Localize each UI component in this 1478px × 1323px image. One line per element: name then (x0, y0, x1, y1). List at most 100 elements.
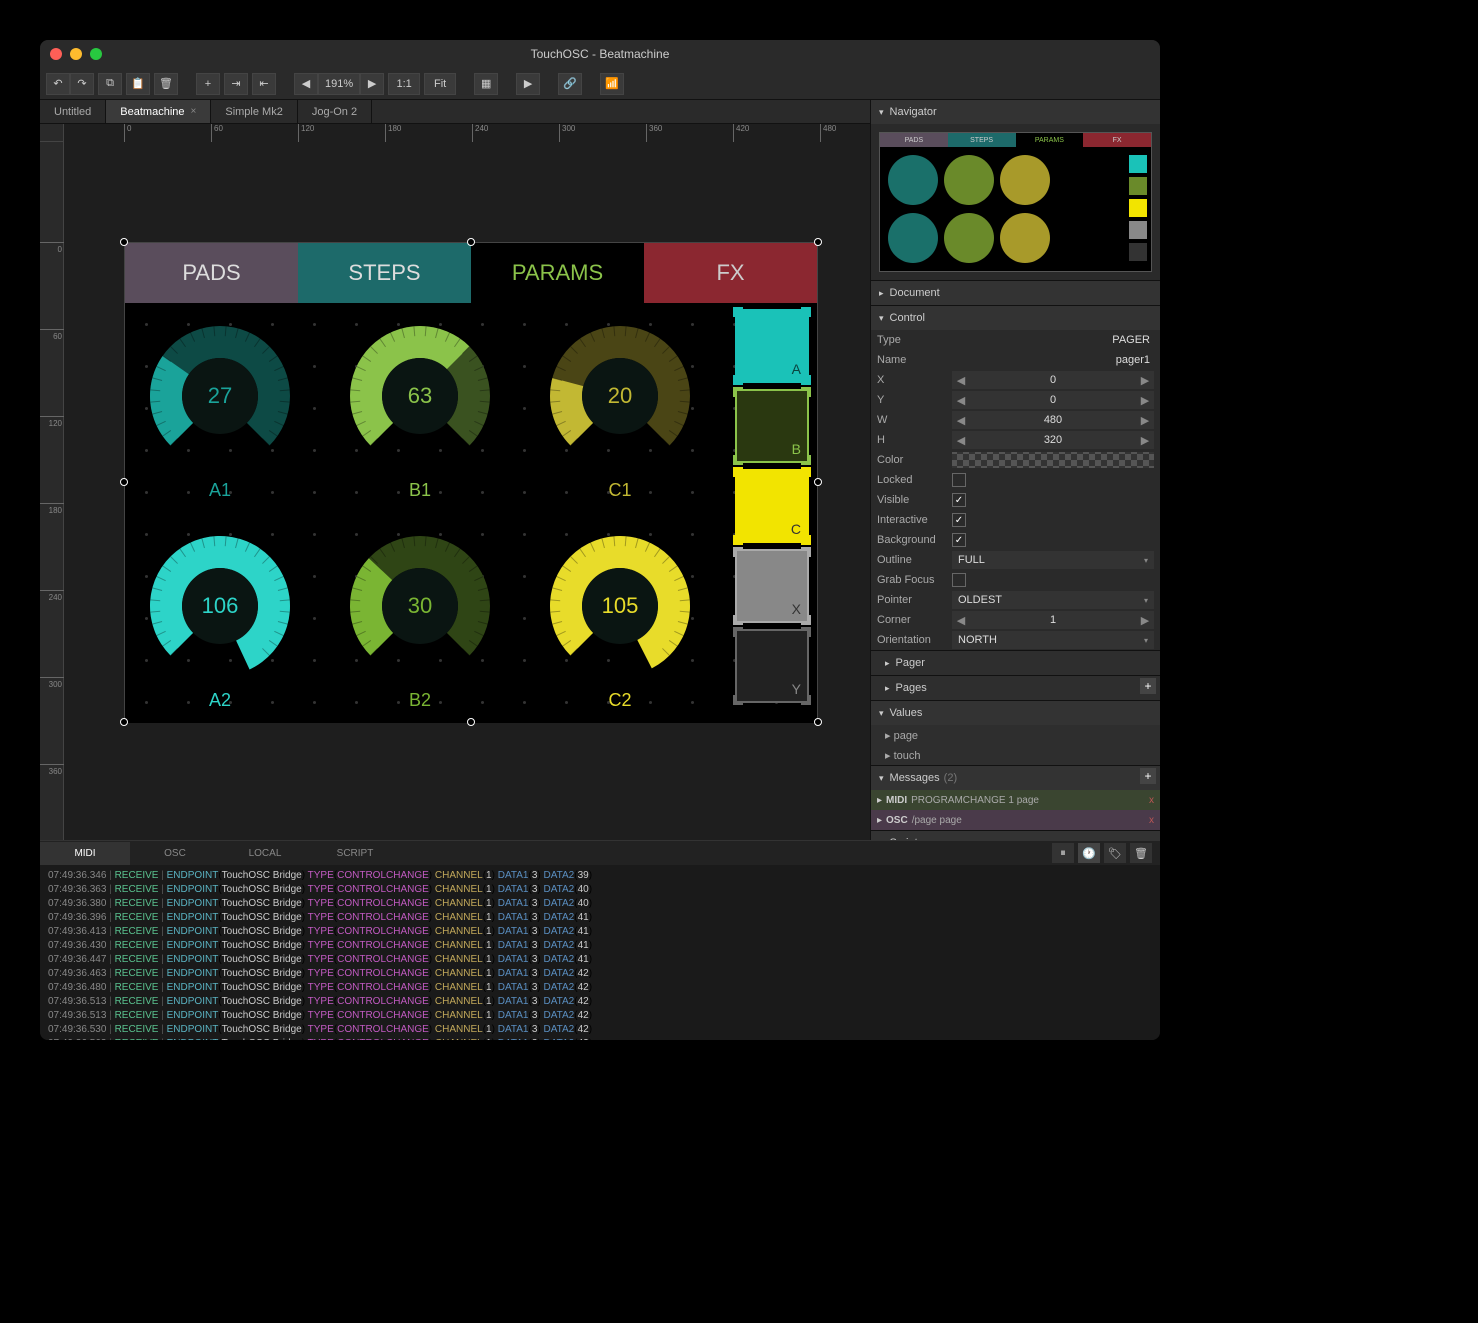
zoom-in-button[interactable]: ▶ (360, 73, 384, 95)
zoom-value[interactable]: 191% (318, 73, 360, 95)
zoom-fit-button[interactable]: Fit (424, 73, 456, 95)
document-tab[interactable]: Beatmachine× (106, 100, 211, 123)
grid-button[interactable]: ▦ (474, 73, 498, 95)
pager-header[interactable]: Pager (871, 651, 1160, 675)
log-tab-midi[interactable]: MIDI (40, 842, 130, 865)
side-button-x[interactable]: X (735, 549, 809, 623)
side-button-a[interactable]: A (735, 309, 809, 383)
message-osc-delete[interactable]: x (1149, 815, 1154, 826)
log-line: 07:49:36.430 | RECEIVE | ENDPOINT(TouchO… (48, 939, 1152, 953)
document-tab[interactable]: Jog-On 2 (298, 100, 372, 123)
side-button-b[interactable]: B (735, 389, 809, 463)
document-header[interactable]: Document (871, 281, 1160, 305)
log-clear-button[interactable]: 🗑 (1130, 843, 1152, 863)
wifi-button[interactable]: 📶 (600, 73, 624, 95)
zoom-out-button[interactable]: ◀ (294, 73, 318, 95)
paste-button[interactable]: 📋 (126, 73, 150, 95)
outline-select[interactable]: FULL (952, 551, 1154, 569)
nav-mini-pads: PADS (880, 133, 948, 147)
log-content[interactable]: 07:49:36.346 | RECEIVE | ENDPOINT(TouchO… (40, 865, 1160, 1040)
orientation-select[interactable]: NORTH (952, 631, 1154, 649)
side-button-y[interactable]: Y (735, 629, 809, 703)
zoom-1to1-button[interactable]: 1:1 (388, 73, 420, 95)
message-midi-delete[interactable]: x (1149, 795, 1154, 806)
y-field[interactable]: ◀0▶ (952, 391, 1154, 409)
add-button[interactable]: + (196, 73, 220, 95)
toolbar: ↶ ↷ ⧉ 📋 🗑 + ⇥ ⇤ ◀ 191% ▶ 1:1 Fit ▦ ▶ 🔗 📶 (40, 68, 1160, 100)
link-button[interactable]: 🔗 (558, 73, 582, 95)
visible-checkbox[interactable]: ✓ (952, 493, 966, 507)
messages-add-button[interactable]: + (1140, 768, 1156, 784)
side-buttons: A B C X Y (735, 309, 809, 703)
grabfocus-label: Grab Focus (877, 574, 952, 586)
log-tag-button[interactable]: 🏷 (1104, 843, 1126, 863)
values-header[interactable]: Values (871, 701, 1160, 725)
tab-close-icon[interactable]: × (191, 106, 197, 117)
name-field[interactable]: pager1 (952, 354, 1154, 366)
message-osc[interactable]: ▸ OSC /page pagex (871, 810, 1160, 830)
type-label: Type (877, 334, 952, 346)
log-line: 07:49:36.380 | RECEIVE | ENDPOINT(TouchO… (48, 897, 1152, 911)
page-tab-params[interactable]: PARAMS (471, 243, 644, 303)
knob-c2[interactable]: 105 C2 (535, 521, 705, 711)
message-midi[interactable]: ▸ MIDI PROGRAMCHANGE 1 pagex (871, 790, 1160, 810)
knob-a2[interactable]: 106 A2 (135, 521, 305, 711)
orientation-label: Orientation (877, 634, 952, 646)
corner-field[interactable]: ◀1▶ (952, 611, 1154, 629)
enter-button[interactable]: ⇥ (224, 73, 248, 95)
script-header[interactable]: Script (871, 831, 1160, 840)
log-line: 07:49:36.346 | RECEIVE | ENDPOINT(TouchO… (48, 869, 1152, 883)
x-label: X (877, 374, 952, 386)
document-tab[interactable]: Untitled (40, 100, 106, 123)
locked-checkbox[interactable] (952, 473, 966, 487)
page-tabs: PADSSTEPSPARAMSFX (125, 243, 817, 303)
background-checkbox[interactable]: ✓ (952, 533, 966, 547)
pages-header[interactable]: Pages (871, 676, 1160, 700)
interactive-checkbox[interactable]: ✓ (952, 513, 966, 527)
page-tab-fx[interactable]: FX (644, 243, 817, 303)
log-line: 07:49:36.563 | RECEIVE | ENDPOINT(TouchO… (48, 1037, 1152, 1040)
minimize-window-button[interactable] (70, 48, 82, 60)
exit-button[interactable]: ⇤ (252, 73, 276, 95)
log-tab-script[interactable]: SCRIPT (310, 842, 400, 865)
value-item-touch[interactable]: ▸ touch (885, 749, 921, 762)
maximize-window-button[interactable] (90, 48, 102, 60)
canvas[interactable]: PADSSTEPSPARAMSFX 27 A1 63 B1 20 C1 106 … (124, 242, 818, 722)
log-clock-button[interactable]: 🕐 (1078, 843, 1100, 863)
w-field[interactable]: ◀480▶ (952, 411, 1154, 429)
page-tab-pads[interactable]: PADS (125, 243, 298, 303)
side-button-c[interactable]: C (735, 469, 809, 543)
pointer-select[interactable]: OLDEST (952, 591, 1154, 609)
knob-a1[interactable]: 27 A1 (135, 311, 305, 501)
pages-add-button[interactable]: + (1140, 678, 1156, 694)
navigator-header[interactable]: Navigator (871, 100, 1160, 124)
page-tab-steps[interactable]: STEPS (298, 243, 471, 303)
pointer-label: Pointer (877, 594, 952, 606)
h-field[interactable]: ◀320▶ (952, 431, 1154, 449)
knob-b1[interactable]: 63 B1 (335, 311, 505, 501)
log-tab-osc[interactable]: OSC (130, 842, 220, 865)
play-button[interactable]: ▶ (516, 73, 540, 95)
log-line: 07:49:36.513 | RECEIVE | ENDPOINT(TouchO… (48, 995, 1152, 1009)
undo-button[interactable]: ↶ (46, 73, 70, 95)
copy-button[interactable]: ⧉ (98, 73, 122, 95)
h-label: H (877, 434, 952, 446)
grabfocus-checkbox[interactable] (952, 573, 966, 587)
x-field[interactable]: ◀0▶ (952, 371, 1154, 389)
delete-button[interactable]: 🗑 (154, 73, 178, 95)
redo-button[interactable]: ↷ (70, 73, 94, 95)
canvas-viewport[interactable]: PADSSTEPSPARAMSFX 27 A1 63 B1 20 C1 106 … (64, 142, 870, 840)
log-line: 07:49:36.480 | RECEIVE | ENDPOINT(TouchO… (48, 981, 1152, 995)
log-tab-local[interactable]: LOCAL (220, 842, 310, 865)
navigator-preview[interactable]: PADS STEPS PARAMS FX (871, 124, 1160, 280)
control-header[interactable]: Control (871, 306, 1160, 330)
messages-header[interactable]: Messages (2) (871, 766, 1160, 790)
value-item-page[interactable]: ▸ page (885, 729, 918, 742)
log-pause-button[interactable]: ⏸ (1052, 843, 1074, 863)
color-swatch[interactable] (952, 452, 1154, 468)
nav-mini-steps: STEPS (948, 133, 1016, 147)
knob-b2[interactable]: 30 B2 (335, 521, 505, 711)
document-tab[interactable]: Simple Mk2 (211, 100, 297, 123)
knob-c1[interactable]: 20 C1 (535, 311, 705, 501)
close-window-button[interactable] (50, 48, 62, 60)
